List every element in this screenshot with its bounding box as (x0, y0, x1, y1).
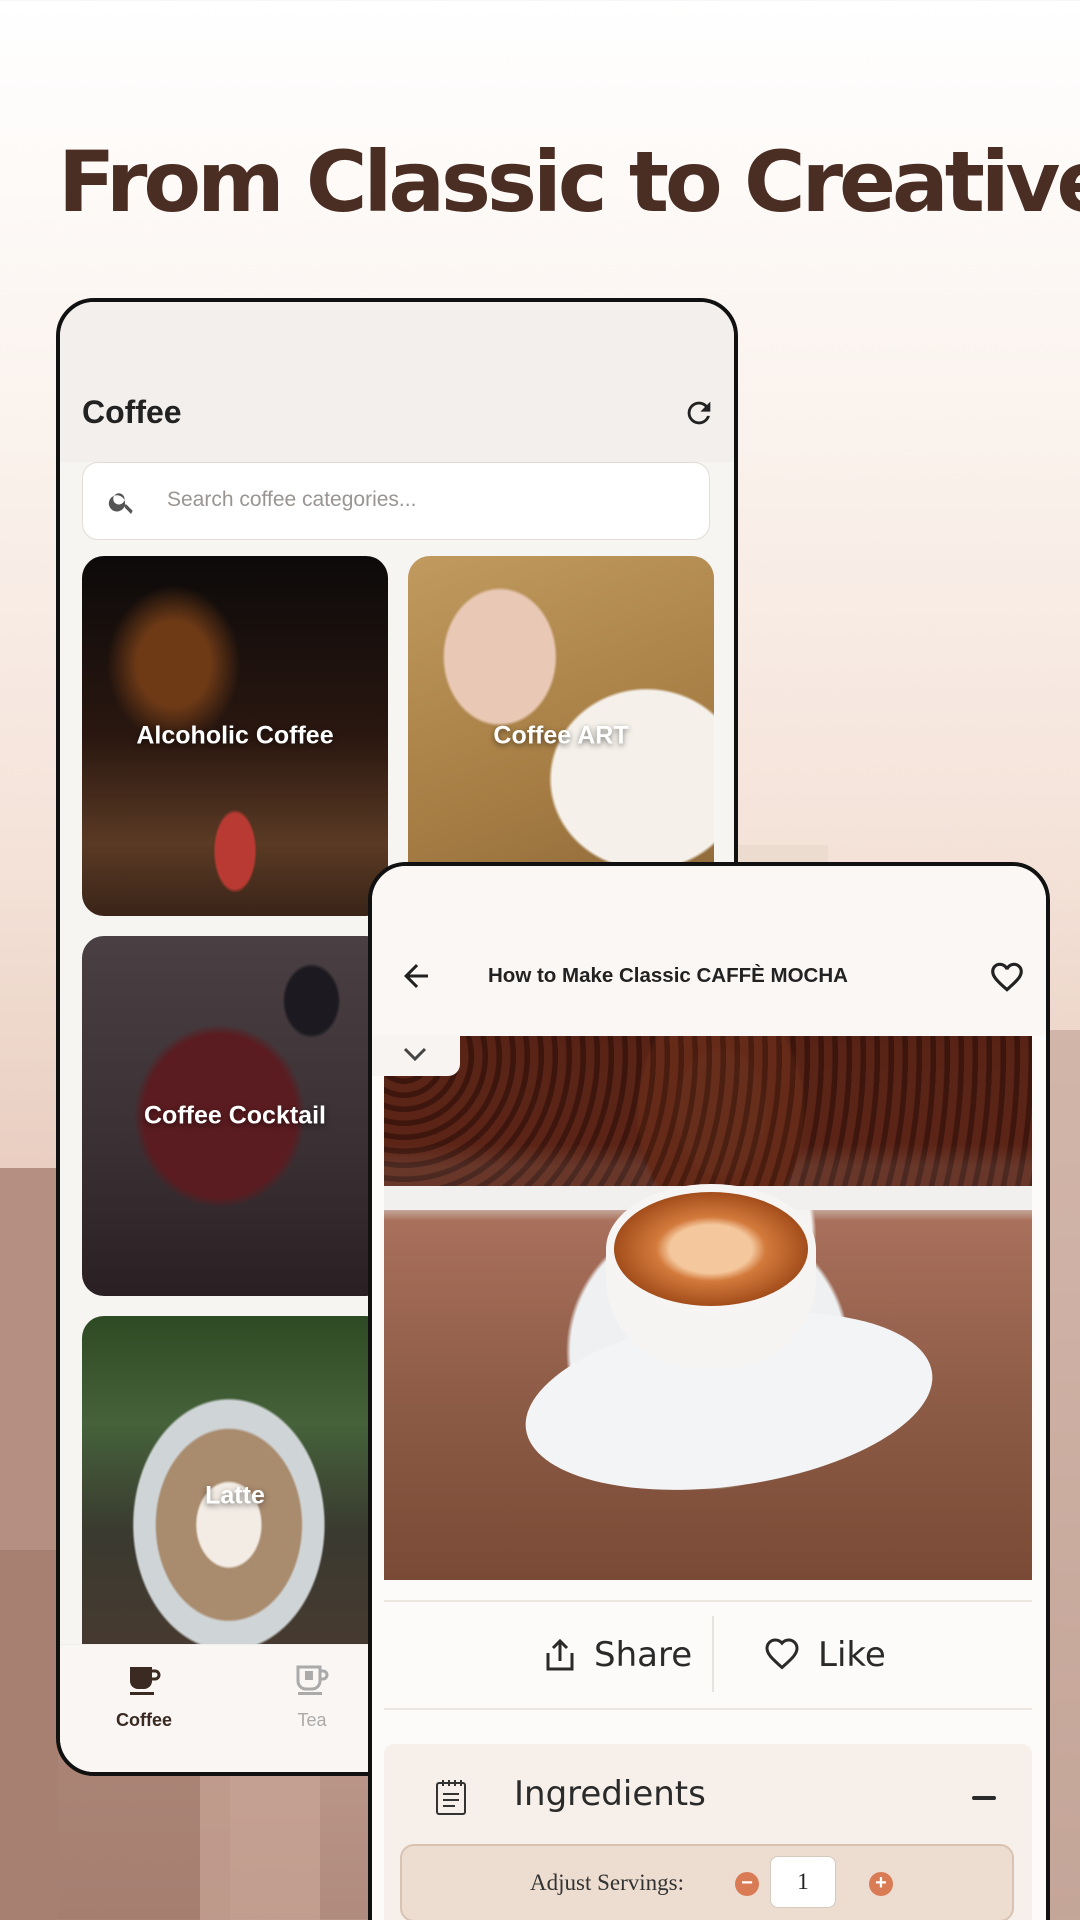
background-shape (200, 1760, 320, 1920)
servings-label: Adjust Servings: (530, 1870, 684, 1895)
category-card-latte[interactable]: Latte (82, 1316, 388, 1676)
category-label: Latte (205, 1481, 265, 1510)
app-bar: How to Make Classic CAFFÈ MOCHA (372, 866, 1046, 1036)
ingredients-title: Ingredients (514, 1774, 706, 1814)
action-bar: Share Like (384, 1602, 1032, 1706)
nav-item-coffee[interactable]: Coffee (84, 1659, 204, 1731)
chevron-down-icon (403, 1047, 427, 1062)
tea-icon (296, 1665, 329, 1695)
search-bar[interactable] (82, 462, 710, 540)
category-card-coffee-cocktail[interactable]: Coffee Cocktail (82, 936, 388, 1296)
share-label: Share (594, 1635, 693, 1675)
heart-icon (765, 1638, 799, 1670)
increase-servings-button[interactable]: + (869, 1872, 893, 1896)
nav-label: Tea (297, 1710, 327, 1730)
notepad-icon (436, 1780, 466, 1815)
servings-value[interactable]: 1 (770, 1856, 836, 1908)
nav-label: Coffee (115, 1710, 172, 1730)
coffee-cup-icon (130, 1667, 161, 1695)
favorite-heart-icon[interactable] (988, 958, 1026, 996)
nav-item-tea[interactable]: Tea (252, 1659, 372, 1731)
collapse-toggle[interactable] (372, 1034, 460, 1076)
decrease-servings-button[interactable]: − (735, 1872, 759, 1896)
refresh-icon[interactable] (682, 396, 716, 430)
app-bar: Coffee (60, 302, 734, 462)
recipe-photo (384, 1036, 1032, 1580)
category-label: Coffee Cocktail (144, 1101, 326, 1130)
ingredients-section: Ingredients Adjust Servings: − 1 + (384, 1744, 1032, 1920)
share-icon (546, 1638, 574, 1671)
back-arrow-icon[interactable] (398, 958, 434, 994)
coffee-beans (384, 1036, 1032, 1186)
category-card-alcoholic-coffee[interactable]: Alcoholic Coffee (82, 556, 388, 916)
category-label: Coffee ART (493, 721, 629, 750)
search-input[interactable] (167, 463, 687, 537)
servings-adjuster: Adjust Servings: − 1 + (400, 1844, 1014, 1920)
like-label: Like (818, 1635, 886, 1675)
search-icon (108, 493, 133, 514)
collapse-minus-icon[interactable] (972, 1796, 996, 1800)
recipe-detail-phone: How to Make Classic CAFFÈ MOCHA Share Li… (368, 862, 1050, 1920)
latte-art-cup (606, 1184, 816, 1314)
category-label: Alcoholic Coffee (136, 721, 334, 750)
recipe-title: How to Make Classic CAFFÈ MOCHA (488, 964, 848, 987)
like-button[interactable]: Like (764, 1620, 886, 1690)
divider (712, 1616, 714, 1692)
share-button[interactable]: Share (544, 1620, 692, 1690)
page-title: Coffee (82, 394, 182, 430)
promo-headline: From Classic to Creative (58, 133, 1080, 231)
divider (384, 1708, 1032, 1710)
